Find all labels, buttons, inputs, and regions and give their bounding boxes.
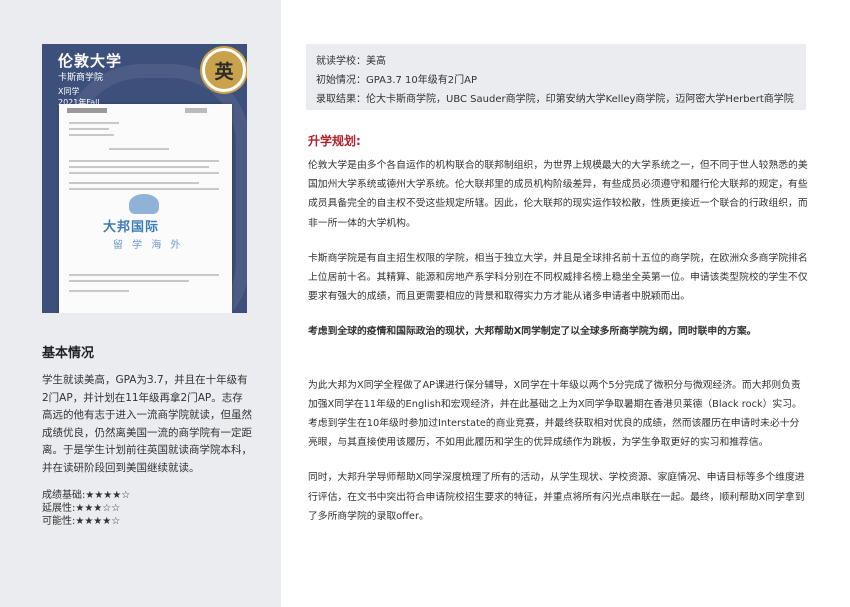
plan-highlight: 考虑到全球的疫情和国际政治的现状，大邦帮助X同学制定了以全球多所商学院为纲，同时… [308,326,757,338]
card-title: 伦敦大学 [58,52,123,70]
plan-title: 升学规划: [308,134,361,148]
letter-line [69,128,109,130]
letter-line [69,290,129,292]
watermark-logo: 大邦国际 留 学 海 外 [99,194,189,264]
letter-line [69,274,219,276]
rating-stars: ★★★★☆ [85,490,131,501]
plan-paragraph: 伦敦大学是由多个各自运作的机构联合的联邦制组织，为世界上规模最大的大学系统之一，… [308,160,808,229]
watermark-logo-sub: 留 学 海 外 [113,240,184,251]
card-school: 卡斯商学院 [58,73,104,83]
letter-header [67,108,107,113]
graduation-cap-icon [129,194,159,214]
letter-line [69,182,199,184]
plan-body: 伦敦大学是由多个各自运作的机构联合的联邦制组织，为世界上规模最大的大学系统之一，… [308,156,808,542]
country-badge: 英 [202,48,246,92]
plan-paragraph: 为此大邦为X同学全程做了AP课进行保分辅导，X同学在十年级以两个5分完成了微积分… [308,379,802,449]
letter-line [69,172,219,174]
rating-row: 可能性:★★★★☆ [42,515,130,528]
card-student: X同学 [58,87,80,96]
letter-line [69,280,189,282]
rating-stars: ★★★★☆ [75,516,121,527]
ratings: 成绩基础:★★★★☆ 延展性:★★★☆☆ 可能性:★★★★☆ [42,489,130,528]
plan-paragraph: 卡斯商学院是有自主招生权限的学院，相当于独立大学，并且是全球排名前十五位的商学院… [308,252,808,303]
rating-label: 可能性: [42,516,76,527]
info-school: 就读学校：美高 [316,56,386,67]
rating-row: 成绩基础:★★★★☆ [42,489,130,502]
info-results: 录取结果：伦大卡斯商学院，UBC Sauder商学院，印第安纳大学Kelley商… [316,94,794,105]
letter-logo [185,108,207,113]
left-panel: 伦敦大学 卡斯商学院 X同学 2021年Fall 英 大邦国际 留 学 海 外 … [0,0,281,607]
letter-line [109,148,169,150]
letter-line [69,134,114,136]
letter-line [69,160,219,162]
letter-line [69,188,219,190]
page: 伦敦大学 卡斯商学院 X同学 2021年Fall 英 大邦国际 留 学 海 外 … [0,0,850,607]
plan-paragraph: 同时，大邦升学导师帮助X同学深度梳理了所有的活动，从学生现状、学校资源、家庭情况… [308,472,805,522]
basic-description: 学生就读美高，GPA为3.7，并且在十年级有2门AP，并计划在11年级再拿2门A… [42,374,252,474]
letter-line [69,122,119,124]
rating-label: 延展性: [42,503,76,514]
basic-title: 基本情况 [42,346,95,361]
rating-row: 延展性:★★★☆☆ [42,502,130,515]
info-box: 就读学校：美高 初始情况：GPA3.7 10年级有2门AP 录取结果：伦大卡斯商… [306,44,806,110]
info-initial: 初始情况：GPA3.7 10年级有2门AP [316,75,478,86]
offer-card: 伦敦大学 卡斯商学院 X同学 2021年Fall 英 大邦国际 留 学 海 外 [42,44,247,313]
rating-stars: ★★★☆☆ [75,503,121,514]
offer-letter-image: 大邦国际 留 学 海 外 [59,104,232,313]
letter-line [69,166,209,168]
rating-label: 成绩基础: [42,490,86,501]
watermark-logo-text: 大邦国际 [103,220,160,235]
